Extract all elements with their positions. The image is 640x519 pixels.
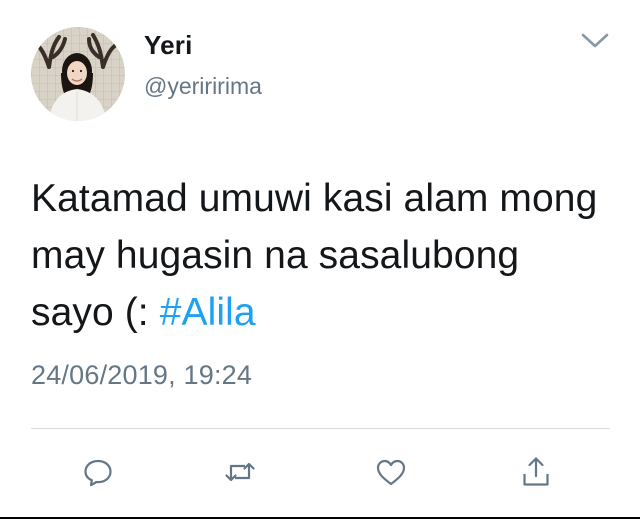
- reply-icon[interactable]: [80, 454, 116, 490]
- share-icon[interactable]: [518, 454, 554, 490]
- retweet-icon[interactable]: [222, 454, 258, 490]
- tweet-timestamp[interactable]: 24/06/2019, 19:24: [31, 360, 252, 391]
- profile-photo: [31, 27, 125, 121]
- like-icon[interactable]: [373, 454, 409, 490]
- avatar[interactable]: [31, 27, 125, 121]
- hashtag-link[interactable]: #Alila: [160, 291, 256, 334]
- tweet-card: Yeri @yeriririma Katamad umuwi kasi alam…: [0, 0, 640, 519]
- divider: [31, 428, 610, 429]
- chevron-down-icon[interactable]: [579, 28, 611, 52]
- tweet-body: Katamad umuwi kasi alam mong may hugasin…: [31, 177, 598, 334]
- tweet-text: Katamad umuwi kasi alam mong may hugasin…: [31, 170, 611, 341]
- display-name[interactable]: Yeri: [144, 30, 193, 61]
- user-handle[interactable]: @yeriririma: [144, 73, 262, 100]
